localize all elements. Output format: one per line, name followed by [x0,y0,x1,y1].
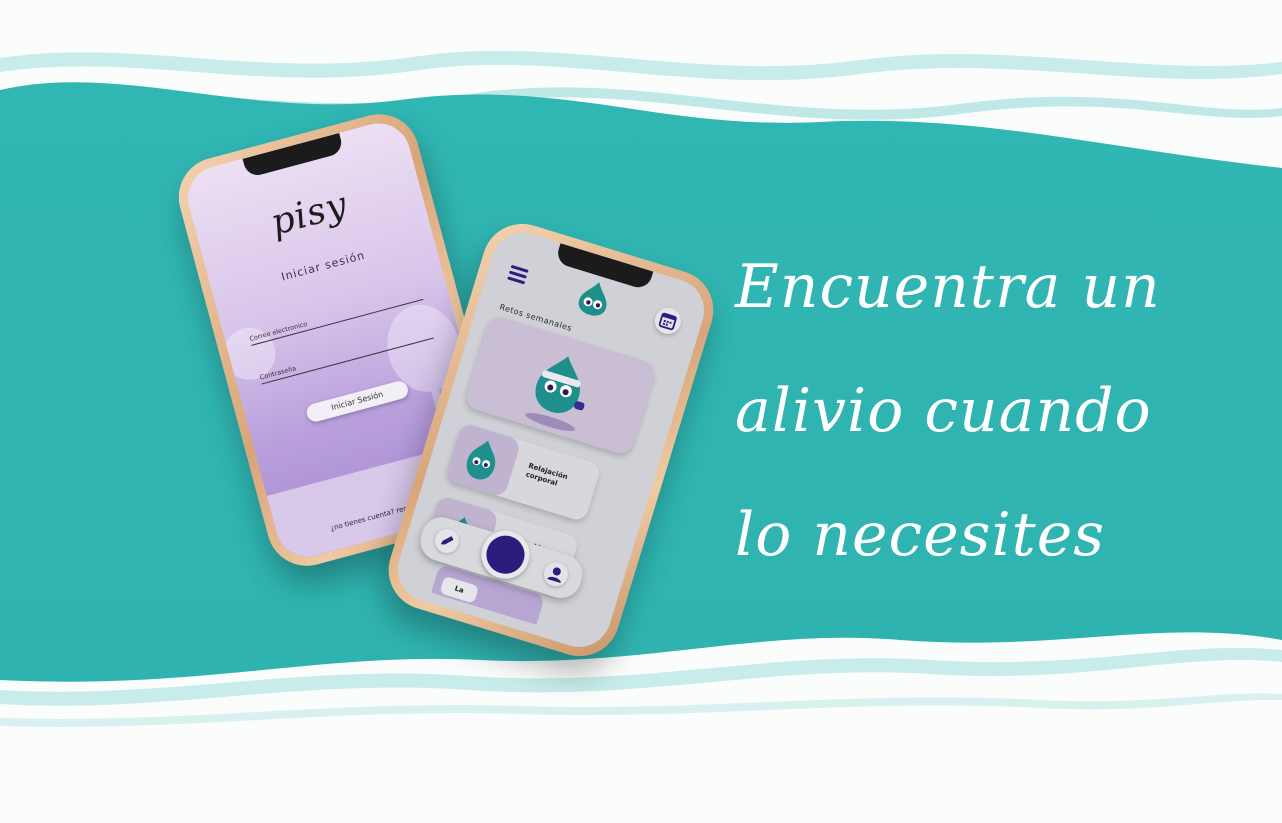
pencil-icon [440,536,454,545]
login-button[interactable]: Iniciar Sesión [304,379,410,424]
profile-nav-button[interactable] [540,559,571,590]
headline-line-2: alivio cuando [735,376,1152,446]
menu-icon[interactable] [506,262,531,287]
promo-scene: pisy Iniciar sesión Correo electronico C… [0,0,1282,823]
headline-line-3: lo necesites [735,500,1106,570]
headline-line-1: Encuentra un [735,252,1161,322]
calendar-icon [658,312,677,331]
calendar-button[interactable] [651,304,685,338]
mascot-icon [578,282,607,316]
promo-headline: Encuentra un alivio cuando lo necesites [735,225,1255,597]
user-icon [547,567,561,584]
journal-nav-button[interactable] [431,526,462,556]
challenge-card-label: Relajación corporal [524,461,569,488]
mascot-icon [466,440,496,480]
challenge-card-thumbnail [444,422,522,498]
